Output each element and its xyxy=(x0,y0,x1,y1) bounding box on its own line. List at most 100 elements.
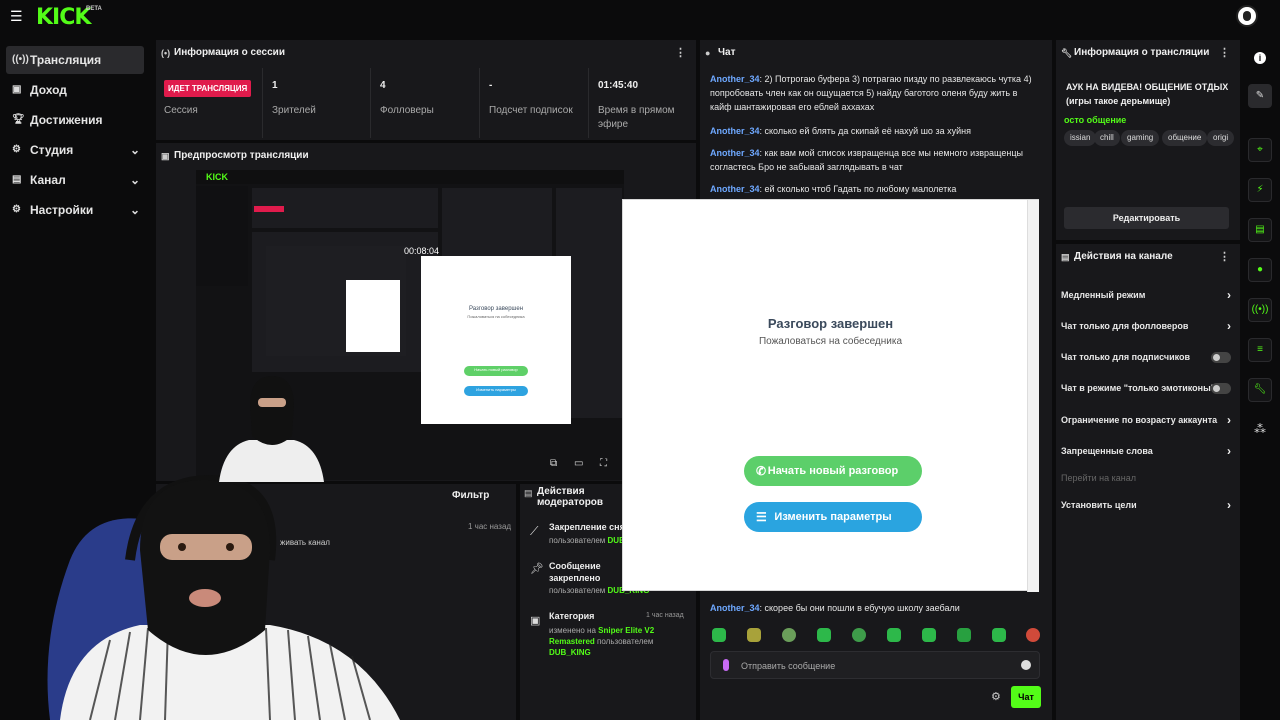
gear-icon: ⚙ xyxy=(12,144,21,155)
emote-only-toggle[interactable] xyxy=(1211,383,1231,394)
emote-icon[interactable] xyxy=(782,628,796,642)
bolt-icon[interactable]: ⚡︎ xyxy=(1248,178,1272,202)
slow-mode-row[interactable]: Медленный режим › xyxy=(1061,287,1231,303)
broadcast-icon: ((•)) xyxy=(12,54,29,65)
mod-action-detail: изменено на Sniper Elite V2 Remastered п… xyxy=(549,625,694,658)
chat-message: Another_34: 2) Потрогаю буфера 3) потраг… xyxy=(710,72,1040,114)
pip-icon[interactable]: ⧉ xyxy=(550,458,557,469)
kick-logo[interactable]: KICK xyxy=(36,5,91,30)
phone-icon: ✆ xyxy=(756,464,767,478)
sidebar-item-settings[interactable]: ⚙ Настройки ⌄ xyxy=(6,196,144,224)
edit-icon[interactable]: ✎ xyxy=(1248,84,1272,108)
trophy-icon: 🏆︎ xyxy=(12,114,25,125)
theater-icon[interactable]: ▭ xyxy=(574,458,583,469)
chat-username[interactable]: Another_34 xyxy=(710,126,760,136)
activity-time: 1 час назад xyxy=(468,522,512,531)
row-label: Медленный режим xyxy=(1061,290,1146,300)
user-avatar[interactable] xyxy=(1236,5,1258,27)
emote-icon[interactable] xyxy=(922,628,936,642)
chat-username[interactable]: Another_34 xyxy=(710,184,760,194)
chat-username[interactable]: Another_34 xyxy=(710,74,760,84)
tag-chip[interactable]: gaming xyxy=(1121,130,1160,146)
sidebar-item-achievements[interactable]: 🏆︎ Достижения xyxy=(6,106,144,134)
chevron-right-icon: › xyxy=(1227,288,1231,302)
chevron-down-icon: ⌄ xyxy=(129,203,140,217)
filter-button[interactable]: Фильтр xyxy=(452,490,489,501)
emote-icon[interactable] xyxy=(712,628,726,642)
dialog-scrollbar[interactable] xyxy=(1027,200,1039,592)
wrench-icon[interactable]: 🔧︎ xyxy=(1248,378,1272,402)
stat-value: 4 xyxy=(380,80,386,91)
settings-icon: ⚙ xyxy=(12,204,21,215)
emote-icon[interactable] xyxy=(747,628,761,642)
document-icon[interactable]: ▤ xyxy=(1248,218,1272,242)
emote-icon[interactable] xyxy=(852,628,866,642)
chat-input-placeholder: Отправить сообщение xyxy=(741,661,836,671)
mod-action-time: 1 час назад xyxy=(646,612,684,619)
sidebar-item-label: Настройки xyxy=(30,203,94,217)
edit-stream-button[interactable]: Редактировать xyxy=(1064,207,1229,229)
set-goals-row[interactable]: Установить цели › xyxy=(1061,497,1231,513)
broadcast-icon[interactable]: ((•)) xyxy=(1248,298,1272,322)
sidebar-item-channel[interactable]: ▤ Канал ⌄ xyxy=(6,166,144,194)
row-label: Чат только для фолловеров xyxy=(1061,321,1189,331)
chat-username[interactable]: Another_34 xyxy=(710,603,760,613)
mic-icon[interactable] xyxy=(723,659,729,671)
by-user[interactable]: DUB_KING xyxy=(549,648,591,657)
emote-icon[interactable] xyxy=(887,628,901,642)
subscribers-only-toggle[interactable] xyxy=(1211,352,1231,363)
emote-icon[interactable] xyxy=(992,628,1006,642)
report-link[interactable]: Пожаловаться на собеседника xyxy=(623,336,1038,347)
chat-input[interactable]: Отправить сообщение xyxy=(710,651,1040,679)
fullscreen-icon[interactable]: ⛶ xyxy=(600,458,607,469)
chat-username[interactable]: Another_34 xyxy=(710,148,760,158)
panel-title: Чат xyxy=(718,47,736,58)
emote-icon[interactable] xyxy=(817,628,831,642)
panel-header: ▤ Действия на канале ⋮ xyxy=(1056,244,1240,270)
new-chat-button[interactable]: ✆ Начать новый разговор xyxy=(744,456,922,486)
tag-chip[interactable]: chill xyxy=(1094,130,1120,146)
more-icon[interactable]: ⋮ xyxy=(1219,40,1230,66)
menu-icon[interactable]: ☰ xyxy=(10,9,24,23)
eye-opening xyxy=(160,534,252,560)
subscribers-only-row: Чат только для подписчиков xyxy=(1061,349,1231,365)
panel-header: ▣ Предпросмотр трансляции xyxy=(156,143,696,169)
stat-label: Подсчет подписок xyxy=(489,105,573,116)
panel-title: Предпросмотр трансляции xyxy=(174,150,309,161)
sidebar-item-broadcast[interactable]: ((•)) Трансляция xyxy=(6,46,144,74)
chat-message: Another_34: сколько ей блять да скипай е… xyxy=(710,124,1040,138)
sidebar-item-studio[interactable]: ⚙ Студия ⌄ xyxy=(6,136,144,164)
info-icon[interactable]: i xyxy=(1254,52,1266,64)
stream-category[interactable]: осто общение xyxy=(1064,115,1126,125)
sidebar-item-label: Студия xyxy=(30,143,74,157)
button-label: Начать новый разговор xyxy=(767,465,899,477)
emoji-icon[interactable] xyxy=(1021,660,1031,670)
mini-sidebar xyxy=(196,186,248,286)
list-icon[interactable]: ≡ xyxy=(1248,338,1272,362)
chat-send-button[interactable]: Чат xyxy=(1011,686,1041,708)
emote-icon[interactable] xyxy=(1026,628,1040,642)
row-label: Чат только для подписчиков xyxy=(1061,352,1191,362)
chevron-down-icon: ⌄ xyxy=(129,143,140,157)
tag-chip[interactable]: issian xyxy=(1064,130,1097,146)
more-icon[interactable]: ⋮ xyxy=(1219,244,1230,270)
emote-icon[interactable] xyxy=(957,628,971,642)
focus-icon[interactable]: ⌖ xyxy=(1248,138,1272,162)
tag-chip[interactable]: origi xyxy=(1207,130,1235,146)
chat-bubble-icon[interactable]: ● xyxy=(1248,258,1272,282)
changed-prefix: изменено на xyxy=(549,626,596,635)
tag-chip[interactable]: общение xyxy=(1162,130,1208,146)
row-label: Ограничение по возрасту аккаунта xyxy=(1061,415,1218,425)
followers-only-row[interactable]: Чат только для фолловеров › xyxy=(1061,318,1231,334)
broadcast-icon: (•) xyxy=(161,48,171,58)
change-params-button[interactable]: ☰ Изменить параметры xyxy=(744,502,922,532)
chat-settings-icon[interactable]: ⚙ xyxy=(991,690,1001,703)
account-age-row[interactable]: Ограничение по возрасту аккаунта › xyxy=(1061,412,1231,428)
chevron-right-icon: › xyxy=(1227,444,1231,458)
more-icon[interactable]: ⋮ xyxy=(675,40,686,66)
wallet-icon: ▣ xyxy=(12,84,22,95)
apps-icon[interactable]: ⁂ xyxy=(1254,422,1266,436)
sidebar-item-income[interactable]: ▣ Доход xyxy=(6,76,144,104)
panel-title: Информация о трансляции xyxy=(1074,47,1210,58)
banned-words-row[interactable]: Запрещенные слова › xyxy=(1061,443,1231,459)
